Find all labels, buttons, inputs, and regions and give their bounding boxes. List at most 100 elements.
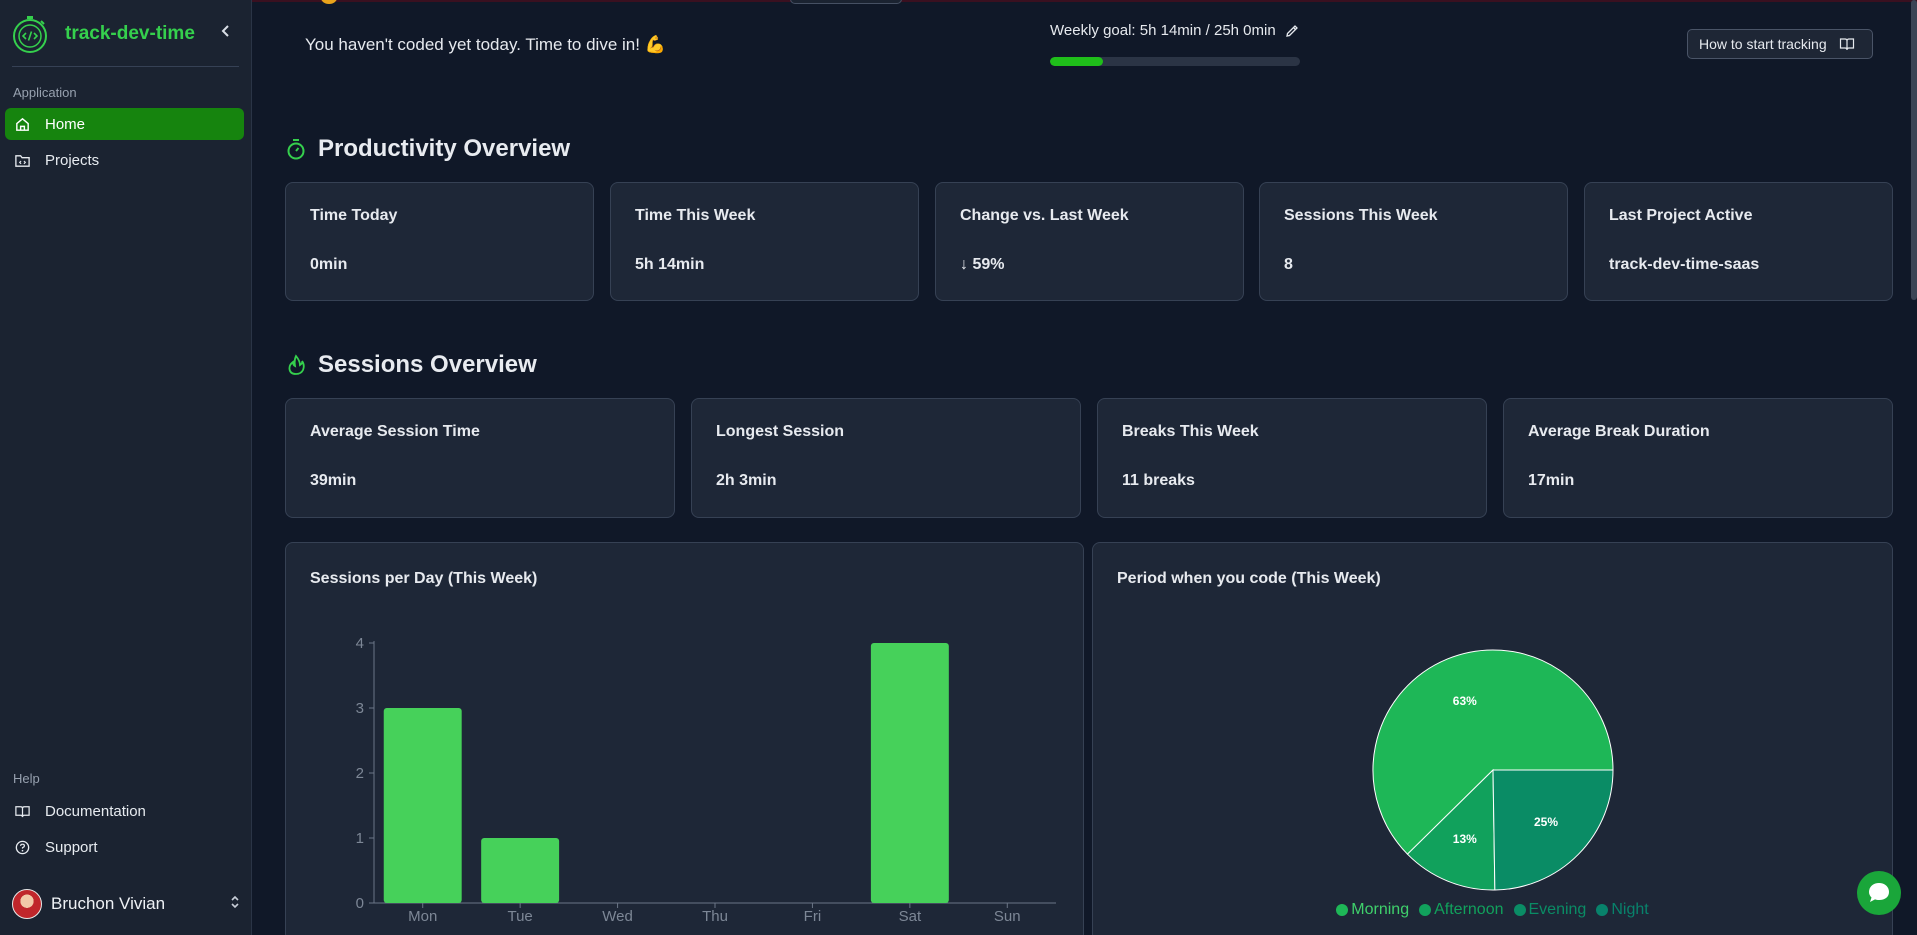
stat-card-sessions-this-week: Sessions This Week 8 [1259, 182, 1568, 301]
top-border [0, 0, 1917, 2]
legend-item-evening[interactable]: Evening [1513, 901, 1587, 919]
legend-label: Evening [1528, 901, 1587, 918]
help-circle-icon [15, 840, 30, 854]
stat-card-average-session-time: Average Session Time 39min [285, 398, 675, 518]
card-value: 8 [1284, 256, 1293, 273]
legend-item-morning[interactable]: Morning [1336, 901, 1409, 919]
x-tick-label: Sat [899, 908, 922, 925]
user-menu[interactable]: Bruchon Vivian [12, 886, 240, 922]
pie-slice-evening [1492, 769, 1614, 891]
card-title: Time This Week [635, 207, 756, 224]
y-tick-label: 3 [356, 700, 364, 717]
card-value: 5h 14min [635, 256, 705, 273]
weekly-goal-progress-fill [1050, 57, 1103, 66]
pie-slice-label: 13% [1453, 832, 1477, 846]
stat-card-average-break-duration: Average Break Duration 17min [1503, 398, 1893, 518]
x-tick-label: Fri [804, 908, 822, 925]
sessions-per-day-chart: 0 1 2 3 4 Mon Tue Wed Thu Fri Sat Sun [356, 635, 1056, 925]
card-value: track-dev-time-saas [1609, 256, 1760, 273]
avatar [12, 889, 42, 919]
book-icon [15, 805, 30, 817]
x-tick-label: Thu [702, 908, 728, 925]
bar-mon [383, 708, 462, 903]
productivity-overview-heading: Productivity Overview [286, 135, 570, 163]
pie-slice-label: 25% [1534, 815, 1558, 829]
sidebar: track-dev-time Application Home Projects… [0, 0, 252, 935]
coding-period-chart-card: Period when you code (This Week) 63% 13% 2… [1092, 542, 1893, 935]
how-button-label: How to start tracking [1699, 36, 1827, 52]
y-tick-label: 4 [356, 635, 364, 652]
stat-card-last-project-active: Last Project Active track-dev-time-saas [1584, 182, 1893, 301]
coding-period-pie-chart: 63% 13% 25% [1372, 649, 1614, 891]
x-tick-label: Wed [602, 908, 633, 925]
legend-item-afternoon[interactable]: Afternoon [1419, 901, 1504, 919]
app-name: track-dev-time [65, 23, 195, 44]
card-title: Longest Session [716, 423, 845, 440]
legend-swatch [1596, 904, 1609, 916]
x-tick-label: Sun [994, 908, 1021, 925]
card-value: 39min [310, 472, 357, 489]
card-title: Last Project Active [1609, 207, 1753, 224]
legend-label: Morning [1351, 901, 1410, 918]
y-tick-label: 2 [356, 765, 364, 782]
sessions-overview-heading: Sessions Overview [286, 351, 537, 379]
x-tick-label: Tue [507, 908, 532, 925]
sidebar-item-home[interactable]: Home [5, 108, 244, 140]
timer-icon [287, 139, 305, 160]
card-title: Average Session Time [310, 423, 480, 440]
legend-swatch [1336, 904, 1349, 916]
card-title: Time Today [310, 207, 398, 224]
card-value: 0min [310, 256, 348, 273]
card-title: Average Break Duration [1528, 423, 1710, 440]
chevron-left-icon [221, 25, 229, 37]
flame-icon [288, 354, 305, 375]
section-label-application: Application [13, 85, 77, 100]
bar-tue [481, 838, 560, 903]
sidebar-item-documentation[interactable]: Documentation [5, 795, 244, 827]
book-open-icon [1839, 38, 1854, 51]
greeting-text: You haven't coded yet today. Time to div… [305, 35, 666, 54]
chat-bubble-icon [1869, 883, 1889, 902]
section-label-help: Help [13, 771, 40, 786]
section-title: Productivity Overview [318, 135, 571, 162]
y-tick-label: 1 [356, 830, 364, 847]
section-title: Sessions Overview [318, 351, 537, 378]
sidebar-item-label: Support [45, 838, 98, 856]
collapse-sidebar-button[interactable] [216, 22, 236, 44]
scrollbar[interactable] [1911, 0, 1917, 300]
stopwatch-code-icon [13, 16, 47, 53]
emoji-partial [321, 0, 337, 4]
weekly-goal: Weekly goal: 5h 14min / 25h 0min [1050, 22, 1300, 39]
legend-swatch [1513, 904, 1526, 916]
sidebar-item-support[interactable]: Support [5, 831, 244, 863]
how-to-start-tracking-button[interactable]: How to start tracking [1687, 29, 1873, 59]
card-title: Breaks This Week [1122, 423, 1259, 440]
card-value: 17min [1528, 472, 1575, 489]
stat-card-change-vs-last-week: Change vs. Last Week ↓ 59% [935, 182, 1244, 301]
pencil-icon[interactable] [1284, 23, 1300, 39]
pie-slice-label: 63% [1453, 694, 1477, 708]
pie-legend: Morning Afternoon Evening Night [1093, 901, 1892, 919]
weekly-goal-text: Weekly goal: 5h 14min / 25h 0min [1050, 22, 1276, 39]
card-value: ↓ 59% [960, 256, 1005, 273]
brand[interactable]: track-dev-time [10, 14, 195, 54]
legend-swatch [1419, 904, 1432, 916]
sidebar-item-label: Home [45, 115, 86, 133]
user-name: Bruchon Vivian [51, 894, 166, 913]
sessions-per-day-chart-card: Sessions per Day (This Week) 0 1 2 3 4 Mon Tue… [285, 542, 1084, 935]
card-title: Change vs. Last Week [960, 207, 1129, 224]
top-button-partial[interactable] [790, 0, 902, 4]
stat-card-time-this-week: Time This Week 5h 14min [610, 182, 919, 301]
legend-item-night[interactable]: Night [1596, 901, 1649, 919]
stat-card-longest-session: Longest Session 2h 3min [691, 398, 1081, 518]
y-tick-label: 0 [356, 895, 364, 912]
home-icon [16, 117, 29, 131]
chevrons-up-down-icon [231, 895, 239, 909]
divider [12, 66, 239, 67]
legend-label: Afternoon [1434, 901, 1504, 918]
sidebar-item-projects[interactable]: Projects [5, 144, 244, 176]
sidebar-item-label: Documentation [45, 802, 146, 820]
card-title: Sessions This Week [1284, 207, 1438, 224]
chat-button[interactable] [1857, 871, 1901, 915]
legend-label: Night [1611, 901, 1649, 918]
